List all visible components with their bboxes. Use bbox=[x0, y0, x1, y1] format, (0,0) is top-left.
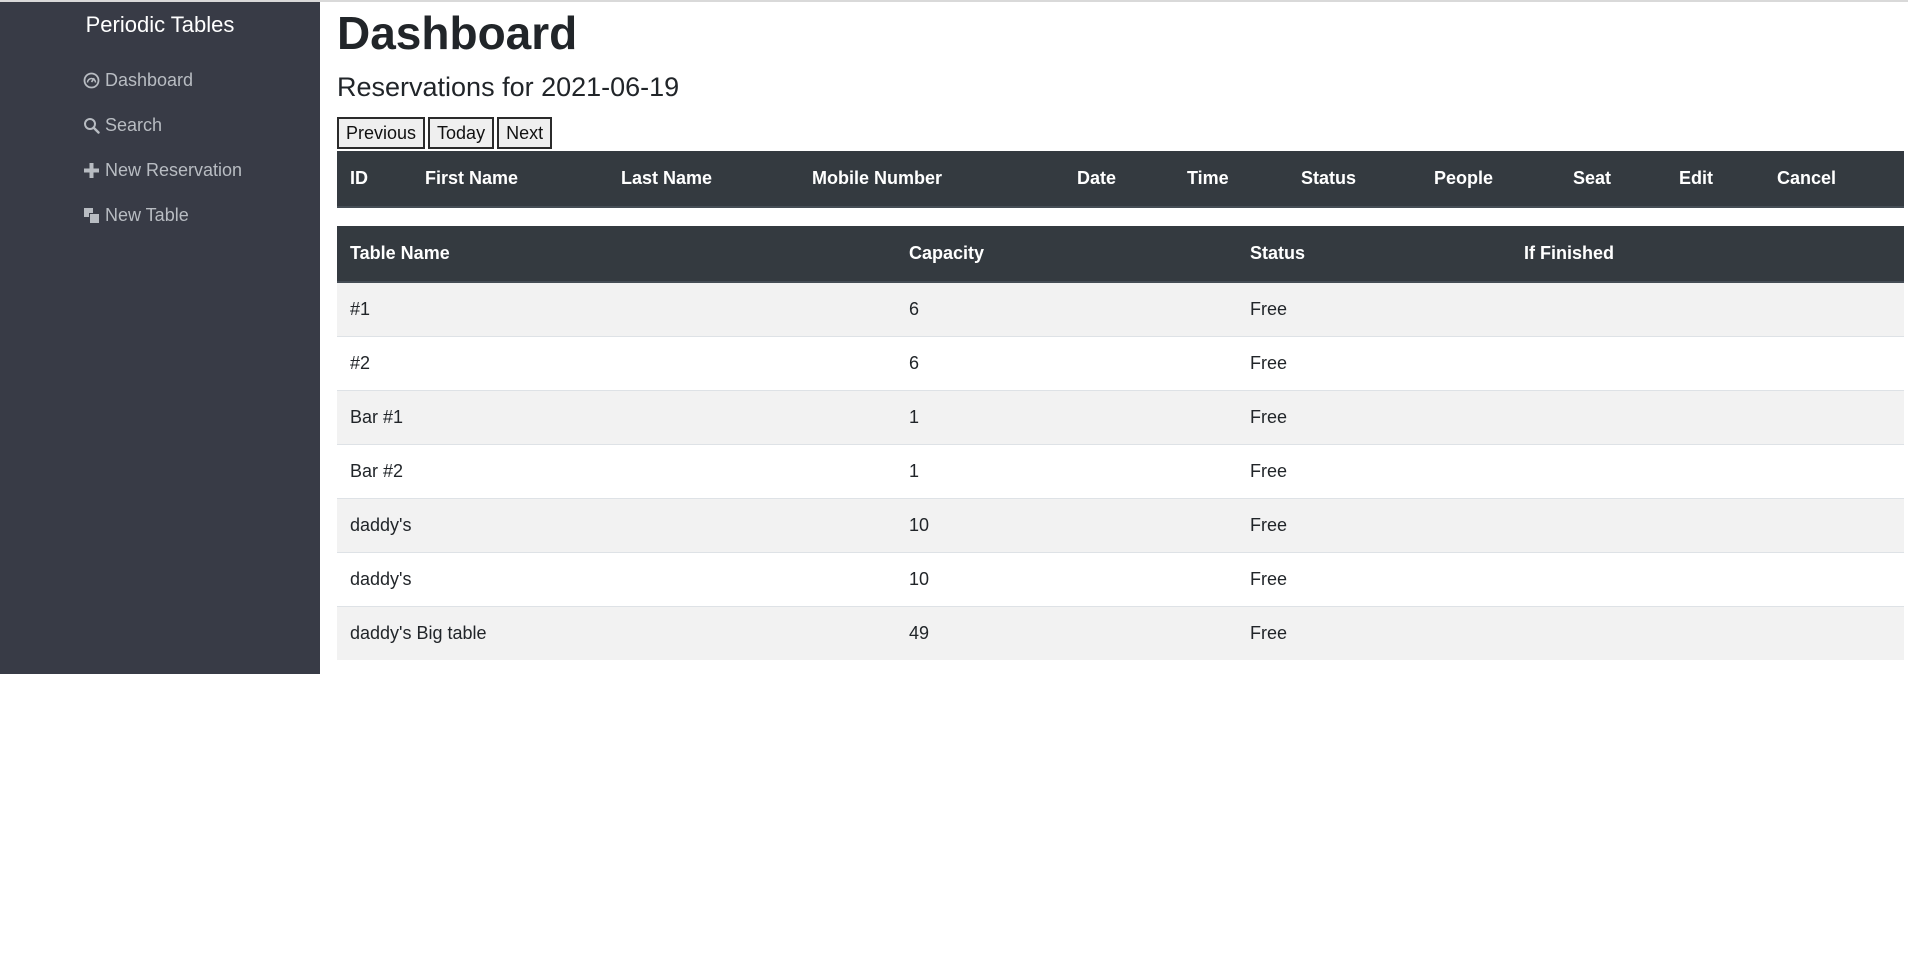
sidebar-item-label: New Reservation bbox=[105, 160, 243, 180]
status-cell: Free bbox=[1237, 389, 1511, 444]
table-name-cell: Bar #1 bbox=[337, 389, 896, 444]
column-header-first-name: First Name bbox=[412, 151, 608, 208]
sidebar-item-label: New Table bbox=[105, 205, 189, 225]
column-header-id: ID bbox=[337, 151, 412, 208]
previous-button[interactable]: Previous bbox=[337, 117, 426, 149]
table-icon bbox=[82, 207, 100, 225]
column-header-status: Status bbox=[1288, 151, 1421, 208]
page-title: Dashboard bbox=[337, 7, 578, 59]
sidebar-item-dashboard[interactable]: Dashboard bbox=[82, 58, 242, 103]
sidebar-item-label: Dashboard bbox=[105, 70, 194, 90]
sidebar-item-new-table[interactable]: New Table bbox=[82, 193, 242, 238]
capacity-cell: 10 bbox=[896, 497, 1237, 552]
column-header-last-name: Last Name bbox=[608, 151, 799, 208]
finish-cell bbox=[1511, 281, 1904, 336]
capacity-cell: 1 bbox=[896, 443, 1237, 498]
sidebar-nav: Dashboard Search New Reservation New Tab… bbox=[82, 58, 242, 238]
sidebar-item-search[interactable]: Search bbox=[82, 103, 242, 148]
finish-cell bbox=[1511, 605, 1904, 660]
table-row: #1 6 Free bbox=[337, 281, 1904, 336]
status-cell: Free bbox=[1237, 605, 1511, 660]
column-header-seat: Seat bbox=[1560, 151, 1666, 208]
table-row: Bar #2 1 Free bbox=[337, 443, 1904, 498]
sidebar-item-label: Search bbox=[105, 115, 163, 135]
reservations-header-row: ID First Name Last Name Mobile Number Da… bbox=[337, 151, 1904, 208]
status-cell: Free bbox=[1237, 335, 1511, 390]
main-content: Dashboard Reservations for 2021-06-19 Pr… bbox=[337, 2, 1904, 660]
column-header-date: Date bbox=[1064, 151, 1174, 208]
column-header-people: People bbox=[1421, 151, 1560, 208]
column-header-if-finished: If Finished bbox=[1511, 226, 1904, 283]
table-row: daddy's 10 Free bbox=[337, 497, 1904, 552]
table-name-cell: Bar #2 bbox=[337, 443, 896, 498]
status-cell: Free bbox=[1237, 497, 1511, 552]
capacity-cell: 6 bbox=[896, 281, 1237, 336]
finish-cell bbox=[1511, 443, 1904, 498]
table-row: daddy's 10 Free bbox=[337, 551, 1904, 606]
sidebar-item-new-reservation[interactable]: New Reservation bbox=[82, 148, 242, 193]
table-name-cell: daddy's bbox=[337, 497, 896, 552]
finish-cell bbox=[1511, 551, 1904, 606]
reservations-date-heading: Reservations for 2021-06-19 bbox=[337, 72, 680, 102]
status-cell: Free bbox=[1237, 551, 1511, 606]
capacity-cell: 10 bbox=[896, 551, 1237, 606]
column-header-table-name: Table Name bbox=[337, 226, 896, 283]
dashboard-icon bbox=[82, 72, 100, 90]
tables-body: #1 6 Free #2 6 Free Bar #1 1 Free Bar #2… bbox=[337, 281, 1904, 660]
capacity-cell: 6 bbox=[896, 335, 1237, 390]
column-header-table-status: Status bbox=[1237, 226, 1511, 283]
sidebar: Periodic Tables Dashboard Search New Res… bbox=[0, 2, 320, 674]
table-row: daddy's Big table 49 Free bbox=[337, 605, 1904, 660]
status-cell: Free bbox=[1237, 443, 1511, 498]
tables-table: Table Name Capacity Status If Finished #… bbox=[337, 226, 1904, 660]
next-button[interactable]: Next bbox=[497, 117, 553, 149]
column-header-capacity: Capacity bbox=[896, 226, 1237, 283]
date-nav-buttons: Previous Today Next bbox=[337, 117, 1904, 149]
capacity-cell: 1 bbox=[896, 389, 1237, 444]
column-header-edit: Edit bbox=[1666, 151, 1764, 208]
capacity-cell: 49 bbox=[896, 605, 1237, 660]
finish-cell bbox=[1511, 497, 1904, 552]
plus-icon bbox=[82, 162, 100, 180]
table-row: Bar #1 1 Free bbox=[337, 389, 1904, 444]
column-header-cancel: Cancel bbox=[1764, 151, 1904, 208]
tables-header-row: Table Name Capacity Status If Finished bbox=[337, 226, 1904, 283]
reservations-table: ID First Name Last Name Mobile Number Da… bbox=[337, 151, 1904, 208]
status-cell: Free bbox=[1237, 281, 1511, 336]
brand-title[interactable]: Periodic Tables bbox=[0, 12, 320, 38]
finish-cell bbox=[1511, 389, 1904, 444]
table-name-cell: #2 bbox=[337, 335, 896, 390]
column-header-time: Time bbox=[1174, 151, 1288, 208]
finish-cell bbox=[1511, 335, 1904, 390]
table-row: #2 6 Free bbox=[337, 335, 1904, 390]
table-name-cell: #1 bbox=[337, 281, 896, 336]
today-button[interactable]: Today bbox=[428, 117, 495, 149]
table-name-cell: daddy's bbox=[337, 551, 896, 606]
search-icon bbox=[82, 117, 100, 135]
table-name-cell: daddy's Big table bbox=[337, 605, 896, 660]
column-header-mobile-number: Mobile Number bbox=[799, 151, 1064, 208]
